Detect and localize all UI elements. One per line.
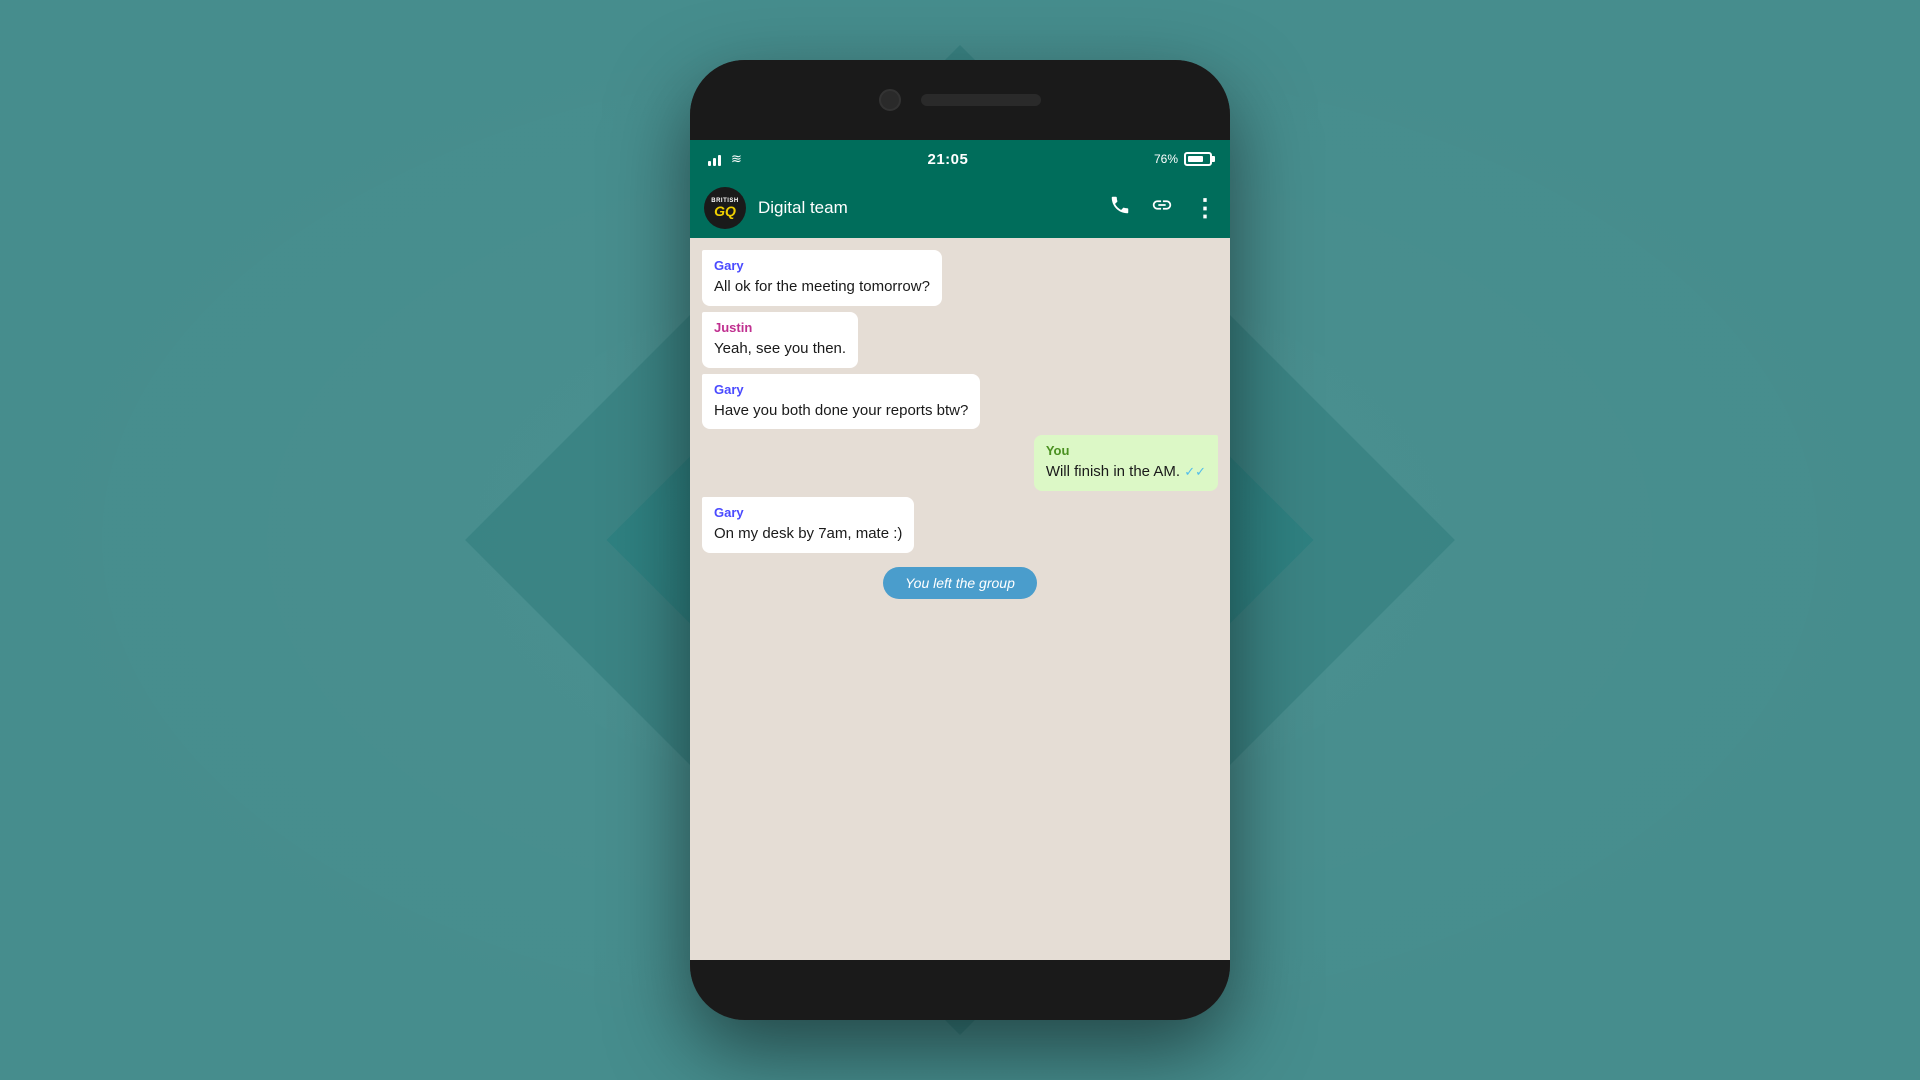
phone-top-bar: [690, 60, 1230, 140]
logo-bottom-text: GQ: [714, 204, 736, 218]
status-left: ≋: [708, 151, 742, 167]
phone-screen: ≋ 21:05 76% BRITISH GQ Digital team: [690, 140, 1230, 960]
system-message-left-group: You left the group: [883, 567, 1037, 599]
phone-frame: ≋ 21:05 76% BRITISH GQ Digital team: [690, 60, 1230, 1020]
chat-messages: Gary All ok for the meeting tomorrow? Ju…: [690, 238, 1230, 960]
read-ticks: ✓✓: [1184, 464, 1206, 479]
phone-speaker: [921, 94, 1041, 106]
message-row-1: Gary All ok for the meeting tomorrow?: [702, 250, 1218, 306]
sender-name-gary-1: Gary: [714, 258, 930, 273]
wifi-icon: ≋: [731, 151, 742, 167]
message-row-4: You Will finish in the AM. ✓✓: [702, 435, 1218, 491]
phone-camera: [879, 89, 901, 111]
header-icons: ⋮: [1109, 194, 1216, 223]
sender-name-gary-2: Gary: [714, 382, 968, 397]
group-avatar: BRITISH GQ: [704, 187, 746, 229]
signal-bar-1: [708, 161, 711, 166]
signal-bar-3: [718, 155, 721, 166]
message-text-4: Will finish in the AM. ✓✓: [1046, 461, 1206, 483]
phone-bottom-bar: [690, 960, 1230, 1020]
message-row-5: Gary On my desk by 7am, mate :): [702, 497, 1218, 553]
message-row-3: Gary Have you both done your reports btw…: [702, 374, 1218, 430]
link-icon[interactable]: [1151, 194, 1173, 222]
battery-fill: [1188, 156, 1203, 162]
battery-percent: 76%: [1154, 152, 1178, 166]
message-text-5: On my desk by 7am, mate :): [714, 523, 902, 545]
message-text-3: Have you both done your reports btw?: [714, 400, 968, 422]
status-bar: ≋ 21:05 76%: [690, 140, 1230, 178]
signal-bar-2: [713, 158, 716, 166]
sender-name-justin: Justin: [714, 320, 846, 335]
gq-logo: BRITISH GQ: [704, 187, 746, 229]
battery-icon: [1184, 152, 1212, 166]
status-right: 76%: [1154, 152, 1212, 166]
menu-icon[interactable]: ⋮: [1193, 194, 1216, 223]
group-name[interactable]: Digital team: [758, 198, 1097, 218]
message-row-2: Justin Yeah, see you then.: [702, 312, 1218, 368]
status-time: 21:05: [928, 151, 969, 168]
chat-header[interactable]: BRITISH GQ Digital team ⋮: [690, 178, 1230, 238]
message-text-2: Yeah, see you then.: [714, 338, 846, 360]
message-bubble-5: Gary On my desk by 7am, mate :): [702, 497, 914, 553]
call-icon[interactable]: [1109, 194, 1131, 222]
message-bubble-2: Justin Yeah, see you then.: [702, 312, 858, 368]
sender-name-you: You: [1046, 443, 1206, 458]
signal-bars: [708, 152, 721, 166]
message-text-1: All ok for the meeting tomorrow?: [714, 276, 930, 298]
message-bubble-4: You Will finish in the AM. ✓✓: [1034, 435, 1218, 491]
message-bubble-3: Gary Have you both done your reports btw…: [702, 374, 980, 430]
sender-name-gary-3: Gary: [714, 505, 902, 520]
message-bubble-1: Gary All ok for the meeting tomorrow?: [702, 250, 942, 306]
